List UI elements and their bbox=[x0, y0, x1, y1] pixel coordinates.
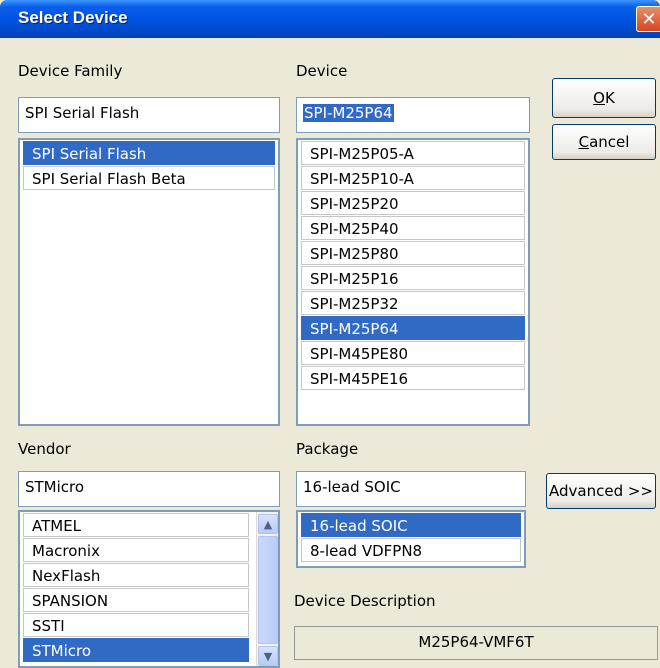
scrollbar-thumb[interactable] bbox=[258, 536, 278, 644]
device-family-list-item[interactable]: SPI Serial Flash Beta bbox=[23, 166, 275, 190]
device-description-label: Device Description bbox=[294, 592, 436, 610]
cancel-mnemonic: C bbox=[578, 133, 590, 151]
package-list[interactable]: 16-lead SOIC 8-lead VDFPN8 bbox=[296, 510, 526, 568]
device-family-list-item[interactable]: SPI Serial Flash bbox=[23, 141, 275, 165]
package-field[interactable]: 16-lead SOIC bbox=[296, 471, 526, 507]
device-label: Device bbox=[296, 62, 348, 80]
window-title: Select Device bbox=[18, 8, 128, 27]
vendor-list-item[interactable]: SPANSION bbox=[23, 588, 249, 612]
device-field[interactable]: SPI-M25P64 bbox=[296, 97, 530, 133]
vendor-list-item[interactable]: NexFlash bbox=[23, 563, 249, 587]
device-family-list[interactable]: SPI Serial Flash SPI Serial Flash Beta bbox=[18, 138, 280, 426]
cancel-label-rest: ancel bbox=[589, 133, 630, 151]
ok-button[interactable]: OK bbox=[552, 78, 656, 118]
device-list-item[interactable]: SPI-M25P32 bbox=[301, 291, 525, 315]
device-description-field: M25P64-VMF6T bbox=[294, 626, 658, 660]
device-list-item[interactable]: SPI-M25P20 bbox=[301, 191, 525, 215]
vendor-scrollbar[interactable]: ▲ ▼ bbox=[256, 512, 278, 666]
package-list-item[interactable]: 8-lead VDFPN8 bbox=[301, 538, 521, 562]
vendor-list-item[interactable]: SSTI bbox=[23, 613, 249, 637]
device-list-item[interactable]: SPI-M25P40 bbox=[301, 216, 525, 240]
package-label: Package bbox=[296, 440, 359, 458]
vendor-list[interactable]: ATMEL Macronix NexFlash SPANSION SSTI STMicro… bbox=[18, 510, 280, 668]
device-list-item[interactable]: SPI-M25P64 bbox=[301, 316, 525, 340]
device-list-item[interactable]: SPI-M45PE16 bbox=[301, 366, 525, 390]
device-family-label: Device Family bbox=[18, 62, 123, 80]
package-list-item[interactable]: 16-lead SOIC bbox=[301, 513, 521, 537]
device-list-item[interactable]: SPI-M25P80 bbox=[301, 241, 525, 265]
device-list-item[interactable]: SPI-M45PE80 bbox=[301, 341, 525, 365]
device-list-item[interactable]: SPI-M25P16 bbox=[301, 266, 525, 290]
ok-label-rest: K bbox=[604, 89, 615, 107]
vendor-list-item[interactable]: STMicro bbox=[23, 638, 249, 662]
vendor-list-item[interactable]: ATMEL bbox=[23, 513, 249, 537]
vendor-list-item[interactable]: Macronix bbox=[23, 538, 249, 562]
vendor-field[interactable]: STMicro bbox=[18, 471, 280, 507]
device-family-field[interactable]: SPI Serial Flash bbox=[18, 97, 280, 133]
cancel-button[interactable]: Cancel bbox=[552, 124, 656, 160]
device-list-item[interactable]: SPI-M25P10-A bbox=[301, 166, 525, 190]
vendor-label: Vendor bbox=[18, 440, 71, 458]
close-icon[interactable]: ✕ bbox=[636, 6, 660, 32]
device-field-value: SPI-M25P64 bbox=[303, 104, 394, 122]
title-bar: Select Device bbox=[0, 0, 660, 38]
ok-mnemonic: O bbox=[593, 89, 605, 107]
device-list-item[interactable]: SPI-M25P05-A bbox=[301, 141, 525, 165]
device-list[interactable]: SPI-M25P05-A SPI-M25P10-A SPI-M25P20 SPI-M2… bbox=[296, 138, 530, 426]
advanced-button[interactable]: Advanced >> bbox=[546, 473, 656, 509]
down-arrow-icon[interactable]: ▼ bbox=[258, 646, 278, 666]
up-arrow-icon[interactable]: ▲ bbox=[258, 514, 278, 534]
